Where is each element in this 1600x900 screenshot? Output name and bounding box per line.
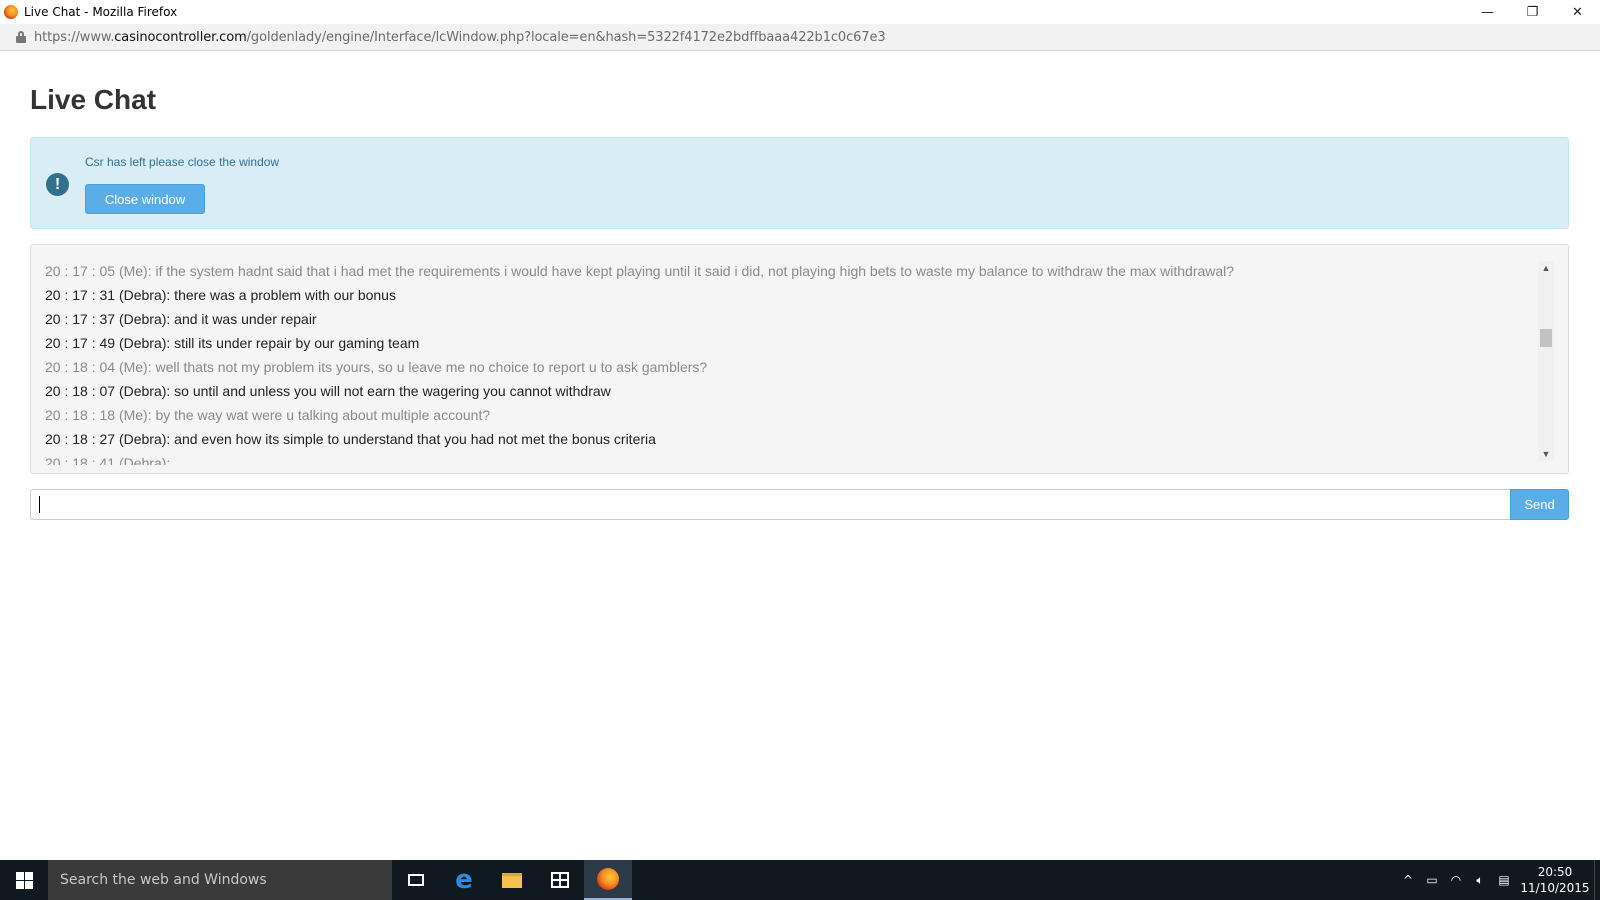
clock[interactable]: 20:50 11/10/2015 [1516,864,1594,896]
window-titlebar: Live Chat - Mozilla Firefox — ❐ ✕ [0,0,1600,24]
message-composer: Send [30,489,1569,520]
task-view-icon [408,874,424,886]
window-title: Live Chat - Mozilla Firefox [24,5,178,19]
text-cursor [39,496,40,513]
exclamation-icon: ! [46,173,69,196]
chat-message: 20 : 17 : 37 (Debra): and it was under r… [45,311,317,327]
taskbar: Search the web and Windows e ^ ▭ ◠ 🔈︎ ▤ … [0,860,1600,900]
url-text[interactable]: https://www.casinocontroller.com/goldenl… [34,30,886,45]
clock-time: 20:50 [1537,865,1573,879]
chat-message: 20 : 18 : 07 (Debra): so until and unles… [45,383,611,399]
firefox-taskbar-button[interactable] [584,860,632,900]
edge-button[interactable]: e [440,860,488,900]
chat-scrollbar[interactable]: ▲ ▼ [1538,261,1554,461]
search-placeholder: Search the web and Windows [60,872,267,888]
chat-message: 20 : 18 : 18 (Me): by the way wat were u… [45,407,491,423]
chat-message: 20 : 18 : 27 (Debra): and even how its s… [45,431,656,447]
system-tray: ^ ▭ ◠ 🔈︎ ▤ 20:50 11/10/2015 [1396,860,1600,900]
windows-logo-icon [15,871,33,889]
task-view-button[interactable] [392,860,440,900]
clock-date: 11/10/2015 [1520,881,1590,895]
start-button[interactable] [0,860,48,900]
chat-message: 20 : 17 : 05 (Me): if the system hadnt s… [45,263,1235,279]
folder-icon [502,872,522,888]
url-domain: casinocontroller.com [114,29,247,45]
scroll-thumb[interactable] [1540,329,1552,347]
volume-icon[interactable]: 🔈︎ [1468,873,1492,888]
firefox-icon [4,5,18,19]
chat-message-list: 20 : 17 : 05 (Me): if the system hadnt s… [45,259,1535,465]
window-controls: — ❐ ✕ [1465,0,1600,24]
scroll-up-arrow-icon[interactable]: ▲ [1538,261,1554,275]
show-desktop-button[interactable] [1594,860,1600,900]
tray-chevron-icon[interactable]: ^ [1396,873,1420,887]
edge-icon: e [455,865,473,895]
store-icon [551,872,569,888]
close-window-button[interactable]: Close window [85,184,205,214]
page-title: Live Chat [30,84,157,115]
store-button[interactable] [536,860,584,900]
taskbar-search[interactable]: Search the web and Windows [48,860,392,900]
chat-message: 20 : 17 : 49 (Debra): still its under re… [45,335,420,351]
chat-log[interactable]: 20 : 17 : 05 (Me): if the system hadnt s… [30,244,1569,474]
battery-icon[interactable]: ▭ [1420,873,1444,887]
file-explorer-button[interactable] [488,860,536,900]
address-bar[interactable]: https://www.casinocontroller.com/goldenl… [0,24,1600,51]
url-path: /goldenlady/engine/Interface/lcWindow.ph… [246,29,886,45]
action-center-icon[interactable]: ▤ [1492,873,1516,887]
url-prefix: https://www. [34,29,115,45]
send-button[interactable]: Send [1510,489,1569,520]
chat-message-partial: 20 : 18 : 41 (Debra): ... [45,455,186,465]
chat-message: 20 : 18 : 04 (Me): well thats not my pro… [45,359,708,375]
scroll-down-arrow-icon[interactable]: ▼ [1538,447,1554,461]
restore-button[interactable]: ❐ [1510,0,1555,24]
alert-message: Csr has left please close the window [85,155,280,169]
close-window-button[interactable]: ✕ [1555,0,1600,24]
chat-message: 20 : 17 : 31 (Debra): there was a proble… [45,287,396,303]
minimize-button[interactable]: — [1465,0,1510,24]
lock-icon[interactable] [16,31,26,43]
info-alert: ! Csr has left please close the window C… [30,137,1569,229]
message-input[interactable] [30,489,1511,520]
firefox-icon [597,868,619,890]
wifi-icon[interactable]: ◠ [1444,873,1468,887]
